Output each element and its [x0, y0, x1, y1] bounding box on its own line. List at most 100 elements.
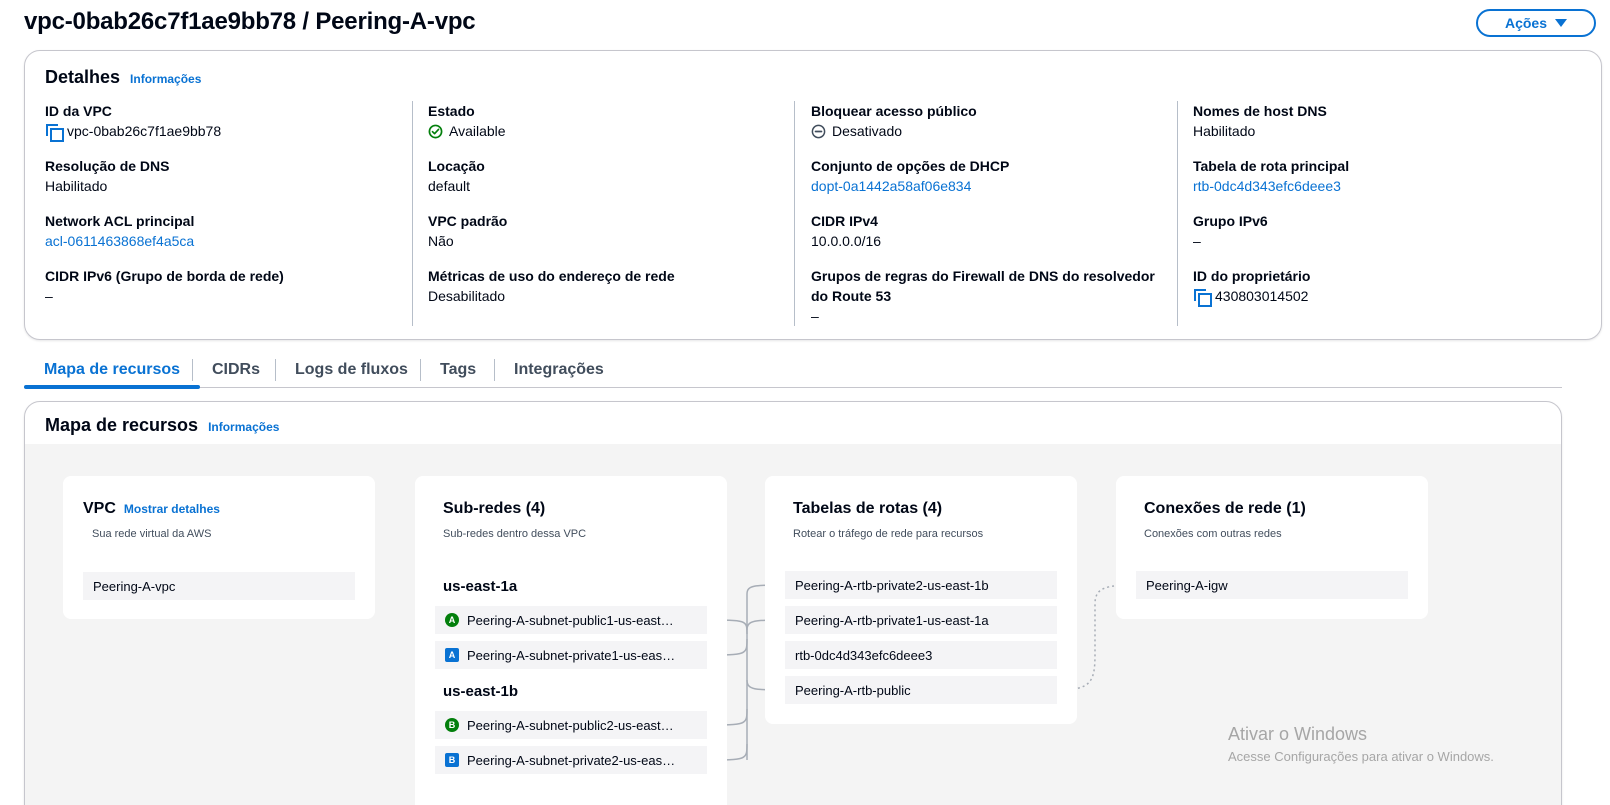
field-ipv6-pool: Grupo IPv6 – [1193, 211, 1553, 251]
field-dns-resolution: Resolução de DNS Habilitado [45, 156, 405, 196]
field-default-vpc: VPC padrão Não [428, 211, 788, 251]
vpc-node-title: VPC Mostrar detalhes [83, 500, 220, 518]
field-label: Grupos de regras do Firewall de DNS do r… [811, 268, 1155, 304]
public-subnet-badge-icon: A [445, 613, 459, 627]
field-label: Locação [428, 158, 485, 174]
route-table-item[interactable]: Peering-A-rtb-private1-us-east-1a [785, 606, 1057, 634]
field-state: Estado Available [428, 101, 788, 141]
actions-button-label: Ações [1504, 15, 1548, 31]
details-title-text: Detalhes [45, 67, 121, 87]
field-label: Network ACL principal [45, 213, 195, 229]
field-label: CIDR IPv4 [811, 213, 878, 229]
field-label: Estado [428, 103, 475, 119]
field-label: Tabela de rota principal [1193, 158, 1350, 174]
details-column-3: Bloquear acesso público Desativado Conju… [794, 101, 1177, 326]
field-value: Desativado [811, 121, 1171, 141]
subnet-label: Peering-A-subnet-public2-us-east… [467, 717, 674, 733]
resource-map-info-link[interactable]: Informações [208, 420, 279, 434]
field-value: rtb-0dc4d343efc6deee3 [1193, 176, 1553, 196]
tab-resource-map[interactable]: Mapa de recursos [24, 352, 201, 389]
main-acl-link[interactable]: acl-0611463868ef4a5ca [45, 231, 194, 251]
field-tenancy: Locação default [428, 156, 788, 196]
details-title: Detalhes Informações [45, 67, 201, 88]
subnet-label: Peering-A-subnet-private2-us-eas… [467, 752, 676, 768]
subnet-item[interactable]: B Peering-A-subnet-public2-us-east… [435, 711, 707, 739]
subnet-item[interactable]: A Peering-A-subnet-public1-us-east… [435, 606, 707, 634]
caret-down-icon [1555, 19, 1568, 27]
field-value: – [811, 308, 819, 324]
private-subnet-badge-icon: B [445, 753, 459, 767]
field-label: Métricas de uso do endereço de rede [428, 268, 675, 284]
field-value: Habilitado [45, 178, 108, 194]
field-value: – [1193, 233, 1201, 249]
route-table-item[interactable]: Peering-A-rtb-private2-us-east-1b [785, 571, 1057, 599]
page-title: vpc-0bab26c7f1ae9bb78 / Peering-A-vpc [24, 8, 476, 35]
windows-activation-title: Ativar o Windows [1228, 724, 1368, 744]
internet-gateway-item[interactable]: Peering-A-igw [1136, 571, 1408, 599]
subnet-item[interactable]: A Peering-A-subnet-private1-us-eas… [435, 641, 707, 669]
tab-flow-logs[interactable]: Logs de fluxos [275, 352, 428, 387]
field-dns-hostnames: Nomes de host DNS Habilitado [1193, 101, 1553, 141]
tab-tags[interactable]: Tags [420, 352, 496, 387]
vpc-item[interactable]: Peering-A-vpc [83, 572, 355, 600]
field-value: Habilitado [1193, 123, 1256, 139]
details-column-4: Nomes de host DNS Habilitado Tabela de r… [1177, 101, 1577, 326]
field-main-route-table: Tabela de rota principal rtb-0dc4d343efc… [1193, 156, 1553, 196]
route-tables-node-card: Tabelas de rotas (4) Rotear o tráfego de… [765, 476, 1077, 724]
state-value: Available [449, 123, 506, 139]
field-label: Nomes de host DNS [1193, 103, 1327, 119]
vpc-id-value: vpc-0bab26c7f1ae9bb78 [67, 123, 222, 139]
copy-icon[interactable] [45, 123, 64, 142]
tab-integrations[interactable]: Integrações [494, 352, 624, 387]
dhcp-options-link[interactable]: dopt-0a1442a58af06e834 [811, 176, 971, 196]
subnets-node-desc: Sub-redes dentro dessa VPC [443, 528, 587, 540]
field-value: dopt-0a1442a58af06e834 [811, 176, 1171, 196]
vpc-node-desc: Sua rede virtual da AWS [92, 528, 212, 540]
field-value: default [428, 178, 471, 194]
route-table-item[interactable]: Peering-A-rtb-public [785, 676, 1057, 704]
az-label-us-east-1b: us-east-1b [443, 683, 519, 700]
disabled-status-icon [811, 124, 826, 138]
field-dhcp-options: Conjunto de opções de DHCP dopt-0a1442a5… [811, 156, 1171, 196]
field-value: – [45, 288, 53, 304]
field-label: Conjunto de opções de DHCP [811, 158, 1010, 174]
route-table-item[interactable]: rtb-0dc4d343efc6deee3 [785, 641, 1057, 669]
resource-map-title-text: Mapa de recursos [45, 415, 199, 435]
field-value: Available [428, 121, 788, 141]
subnets-node-title: Sub-redes (4) [443, 500, 546, 517]
vpc-node-card: VPC Mostrar detalhes Sua rede virtual da … [63, 476, 375, 619]
owner-id-value: 430803014502 [1215, 288, 1309, 304]
public-subnet-badge-icon: B [445, 718, 459, 732]
resource-map-title: Mapa de recursos Informações [45, 415, 279, 436]
tab-cidrs[interactable]: CIDRs [192, 352, 280, 387]
details-column-1: ID da VPC vpc-0bab26c7f1ae9bb78 Resoluçã… [45, 101, 413, 326]
field-label: Grupo IPv6 [1193, 213, 1268, 229]
subnet-item[interactable]: B Peering-A-subnet-private2-us-eas… [435, 746, 707, 774]
field-network-metrics: Métricas de uso do endereço de rede Desa… [428, 266, 788, 306]
show-details-link[interactable]: Mostrar detalhes [124, 502, 220, 516]
subnets-node-card: Sub-redes (4) Sub-redes dentro dessa VPC… [415, 476, 727, 805]
field-main-acl: Network ACL principal acl-0611463868ef4a… [45, 211, 405, 251]
details-card: Detalhes Informações ID da VPC vpc-0bab26… [24, 50, 1602, 340]
field-owner-id: ID do proprietário 430803014502 [1193, 266, 1553, 307]
details-column-2: Estado Available Locação default VPC pad… [412, 101, 795, 326]
field-dns-firewall: Grupos de regras do Firewall de DNS do r… [811, 266, 1166, 326]
actions-button[interactable]: Ações [1476, 9, 1596, 37]
field-value: Não [428, 233, 454, 249]
az-label-us-east-1a: us-east-1a [443, 578, 518, 595]
field-value: Desabilitado [428, 288, 506, 304]
field-value: 430803014502 [1193, 286, 1553, 307]
main-route-table-link[interactable]: rtb-0dc4d343efc6deee3 [1193, 176, 1341, 196]
vpc-node-title-text: VPC [83, 500, 116, 517]
subnet-label: Peering-A-subnet-private1-us-eas… [467, 647, 676, 663]
block-public-value: Desativado [832, 123, 903, 139]
field-vpc-id: ID da VPC vpc-0bab26c7f1ae9bb78 [45, 101, 405, 142]
network-connections-node-title: Conexões de rede (1) [1144, 500, 1306, 517]
details-info-link[interactable]: Informações [130, 72, 201, 86]
field-label: Bloquear acesso público [811, 103, 977, 119]
route-tables-node-title: Tabelas de rotas (4) [793, 500, 943, 517]
check-circle-icon [428, 124, 443, 138]
copy-icon[interactable] [1193, 288, 1212, 307]
field-label: ID do proprietário [1193, 268, 1311, 284]
field-ipv6-border: CIDR IPv6 (Grupo de borda de rede) – [45, 266, 405, 306]
